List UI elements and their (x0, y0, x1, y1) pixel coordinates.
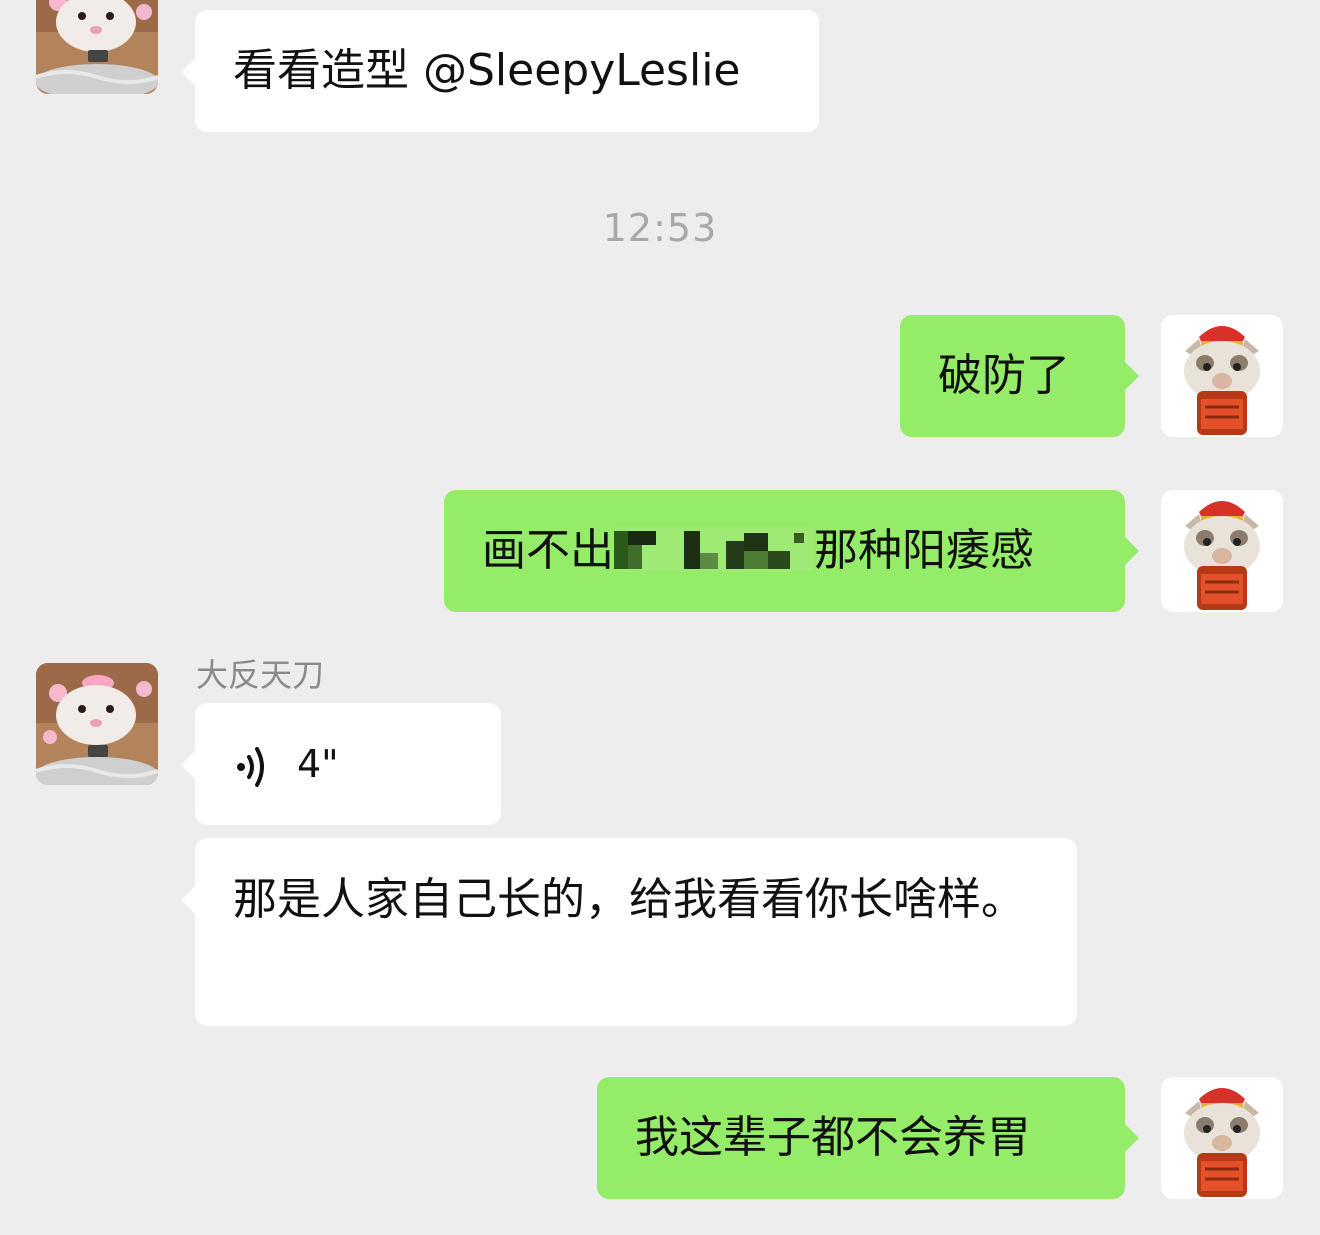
mosaic-pixels (614, 527, 814, 571)
avatar-rat[interactable] (36, 0, 158, 94)
timestamp: 12:53 (602, 206, 718, 250)
avatar-cat[interactable] (1161, 490, 1283, 612)
message-bubble-incoming[interactable]: 看看造型 @SleepyLeslie (181, 10, 819, 132)
message-text: 看看造型 @SleepyLeslie (233, 45, 741, 96)
rat-avatar-icon (36, 0, 158, 94)
message-bubble-incoming[interactable]: 那是人家自己长的，给我看看你长啥样。 (181, 838, 1077, 1026)
cat-avatar-icon (1161, 490, 1283, 612)
cat-avatar-icon (1161, 315, 1283, 437)
rat-avatar-icon (36, 663, 158, 785)
message-text: 我这辈子都不会养胃 (635, 1112, 1031, 1163)
voice-message-bubble[interactable]: 4" (181, 703, 501, 825)
avatar-cat[interactable] (1161, 315, 1283, 437)
message-text: 破防了 (938, 350, 1070, 401)
voice-wave-icon (237, 747, 264, 787)
avatar-cat[interactable] (1161, 1077, 1283, 1199)
chat-window: 看看造型 @SleepyLeslie 12:53 破防了 画不出 那种阳痿感 大… (0, 0, 1320, 1235)
message-bubble-outgoing[interactable]: 破防了 (900, 315, 1139, 437)
message-bubble-outgoing[interactable]: 画不出 那种阳痿感 (444, 490, 1139, 612)
message-text-suffix: 那种阳痿感 (814, 525, 1034, 576)
avatar-rat[interactable] (36, 663, 158, 785)
message-text: 那是人家自己长的，给我看看你长啥样。 (233, 874, 1025, 925)
cat-avatar-icon (1161, 1077, 1283, 1199)
voice-duration: 4" (297, 742, 339, 786)
message-text-prefix: 画不出 (482, 525, 614, 576)
redaction-mosaic (614, 527, 814, 571)
message-bubble-outgoing[interactable]: 我这辈子都不会养胃 (597, 1077, 1139, 1199)
sender-name: 大反天刀 (196, 656, 325, 694)
